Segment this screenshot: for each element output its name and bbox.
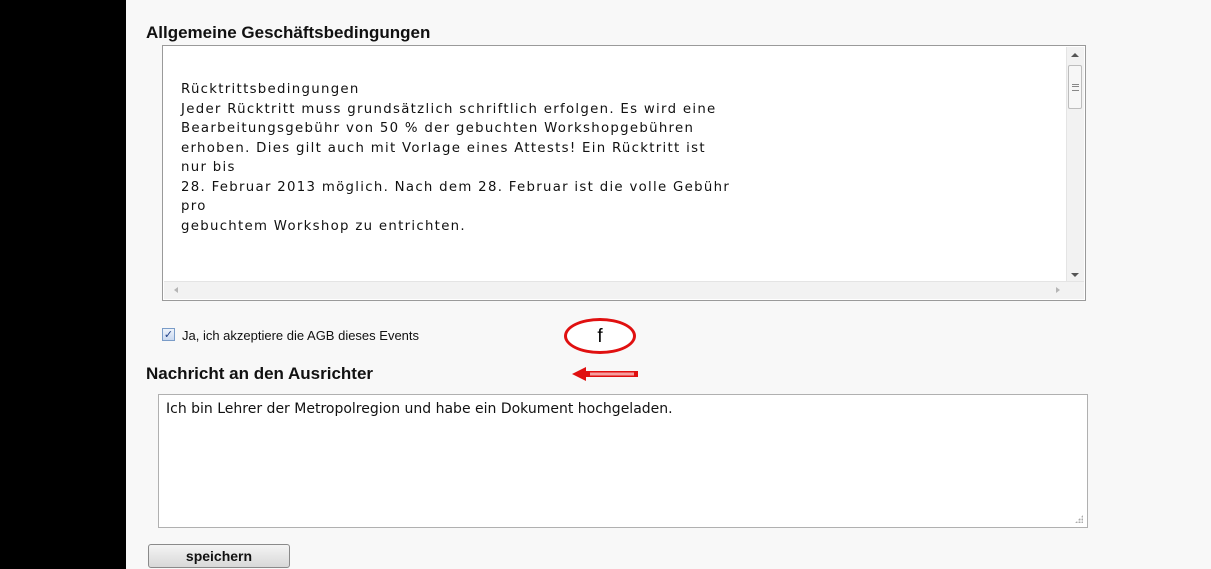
terms-textbox[interactable]: Rücktrittsbedingungen Jeder Rücktritt mu… (162, 45, 1086, 301)
agb-heading: Allgemeine Geschäftsbedingungen (146, 23, 431, 42)
scroll-up-icon[interactable] (1071, 53, 1079, 57)
message-heading: Nachricht an den Ausrichter (146, 364, 374, 383)
annotation-circle: f (564, 318, 636, 354)
scroll-down-icon[interactable] (1071, 273, 1079, 277)
scroll-right-icon[interactable] (1056, 287, 1060, 293)
vertical-scrollbar[interactable] (1066, 47, 1084, 283)
message-text: Ich bin Lehrer der Metropolregion und ha… (166, 401, 673, 417)
annotation-letter: f (597, 326, 603, 347)
terms-text: Rücktrittsbedingungen Jeder Rücktritt mu… (181, 82, 731, 234)
resize-grip-icon[interactable] (1075, 515, 1083, 523)
scroll-thumb[interactable] (1068, 65, 1082, 109)
accept-terms-checkbox[interactable]: ✓ (162, 328, 175, 341)
message-textarea[interactable]: Ich bin Lehrer der Metropolregion und ha… (158, 394, 1088, 528)
annotation-arrow-icon (572, 367, 638, 381)
accept-terms-label[interactable]: Ja, ich akzeptiere die AGB dieses Events (182, 328, 419, 343)
horizontal-scrollbar[interactable] (164, 281, 1084, 299)
scroll-left-icon[interactable] (174, 287, 178, 293)
form-content: Allgemeine Geschäftsbedingungen Rücktrit… (126, 0, 1211, 569)
save-button[interactable]: speichern (148, 544, 290, 568)
grip-icon (1072, 84, 1079, 91)
left-black-panel (0, 0, 126, 569)
